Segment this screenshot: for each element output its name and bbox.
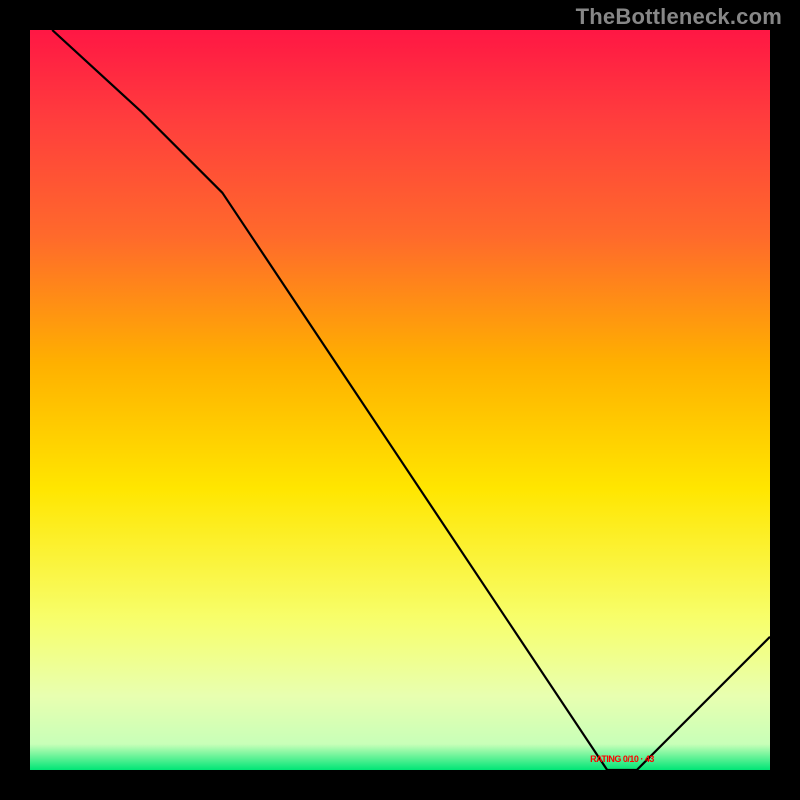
background-rect (30, 30, 770, 770)
chart-frame: TheBottleneck.com RATING 0/10 · 43 (0, 0, 800, 800)
watermark-text: TheBottleneck.com (576, 4, 782, 30)
chart-svg (30, 30, 770, 770)
plot-area: RATING 0/10 · 43 (30, 30, 770, 770)
rating-flag: RATING 0/10 · 43 (590, 754, 654, 764)
